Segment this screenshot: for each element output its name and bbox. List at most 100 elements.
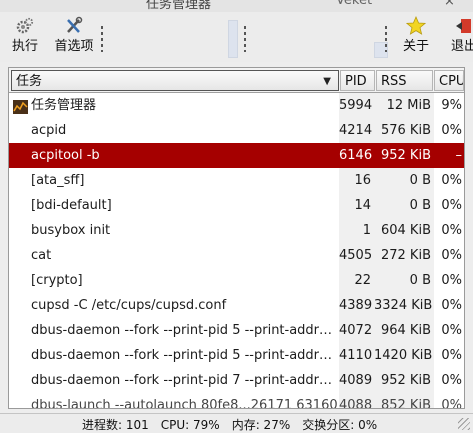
row-pid: 1 <box>339 218 374 243</box>
row-pid: 4089 <box>339 368 374 393</box>
column-header-pid-label: PID <box>345 74 367 89</box>
row-cpu: – <box>434 143 464 168</box>
row-rss: 12 MiB <box>374 93 434 118</box>
row-cpu: 9% <box>434 93 464 118</box>
row-cpu: 0% <box>434 368 464 393</box>
table-row[interactable]: [ata_sff] 16 0 B 0% <box>9 168 464 193</box>
star-icon <box>400 15 432 38</box>
row-pid: 5994 <box>339 93 374 118</box>
row-name-cell: 任务管理器 <box>9 93 339 118</box>
execute-button[interactable]: 执行 <box>8 16 42 60</box>
toolbar-separator <box>101 26 105 52</box>
row-pid: 22 <box>339 268 374 293</box>
status-memory: 内存: 27% <box>231 418 291 432</box>
about-label: 关于 <box>402 39 429 54</box>
row-name: [crypto] <box>9 268 339 293</box>
row-cpu: 0% <box>434 393 464 408</box>
table-row-selected[interactable]: acpitool -b 6146 952 KiB – <box>9 143 464 168</box>
row-name: [ata_sff] <box>9 168 339 193</box>
toolbar: 执行 首选项 关于 退出 <box>0 12 473 62</box>
table-row[interactable]: acpid 4214 576 KiB 0% <box>9 118 464 143</box>
column-header-cpu[interactable]: CPU <box>434 70 464 91</box>
row-pid: 4505 <box>339 243 374 268</box>
window-title-right: Veket <box>336 0 373 8</box>
toolbar-separator <box>244 26 248 52</box>
row-name: dbus-launch --autolaunch 80fe8...26171 6… <box>9 393 339 408</box>
column-header-rss[interactable]: RSS <box>376 70 433 91</box>
row-rss: 952 KiB <box>374 143 434 168</box>
status-cpu: CPU: 79% <box>160 418 220 432</box>
row-cpu: 0% <box>434 118 464 143</box>
row-cpu: 0% <box>434 193 464 218</box>
status-bar: 进程数: 101 CPU: 79% 内存: 27% 交换分区: 0% <box>0 413 473 433</box>
row-rss: 852 KiB <box>374 393 434 408</box>
column-header-task-label: 任务 <box>16 74 43 89</box>
row-pid: 16 <box>339 168 374 193</box>
row-name: dbus-daemon --fork --print-pid 5 --print… <box>9 318 339 343</box>
row-rss: 0 B <box>374 168 434 193</box>
exit-icon <box>448 16 473 38</box>
table-row[interactable]: [crypto] 22 0 B 0% <box>9 268 464 293</box>
row-cpu: 0% <box>434 293 464 318</box>
row-pid: 6146 <box>339 143 374 168</box>
table-row[interactable]: [bdi-default] 14 0 B 0% <box>9 193 464 218</box>
row-name: cat <box>9 243 339 268</box>
row-cpu: 0% <box>434 218 464 243</box>
row-rss: 272 KiB <box>374 243 434 268</box>
close-button[interactable]: × <box>444 0 455 9</box>
row-pid: 4214 <box>339 118 374 143</box>
column-header-pid[interactable]: PID <box>340 70 375 91</box>
row-name: cupsd -C /etc/cups/cupsd.conf <box>9 293 339 318</box>
toolbar-separator <box>385 26 389 52</box>
row-rss: 0 B <box>374 268 434 293</box>
table-row[interactable]: dbus-daemon --fork --print-pid 7 --print… <box>9 368 464 393</box>
quit-button[interactable]: 退出 <box>448 16 473 60</box>
table-row[interactable]: cupsd -C /etc/cups/cupsd.conf 4389 3324 … <box>9 293 464 318</box>
tools-icon <box>52 16 96 38</box>
process-rows: 任务管理器 5994 12 MiB 9% acpid 4214 576 KiB … <box>9 93 464 408</box>
row-pid: 4088 <box>339 393 374 408</box>
status-swap: 交换分区: 0% <box>302 418 378 432</box>
list-header: 任务 ▼ PID RSS CPU <box>9 68 464 93</box>
about-button[interactable]: 关于 <box>400 15 432 60</box>
quit-label: 退出 <box>450 39 473 54</box>
row-rss: 1420 KiB <box>374 343 434 368</box>
resize-grip-icon[interactable] <box>458 418 470 430</box>
process-list[interactable]: 任务 ▼ PID RSS CPU 任务管理器 5994 12 MiB 9% ac… <box>8 67 465 409</box>
table-row[interactable]: dbus-launch --autolaunch 80fe8...26171 6… <box>9 393 464 408</box>
row-pid: 14 <box>339 193 374 218</box>
row-cpu: 0% <box>434 318 464 343</box>
cpu-gauge <box>228 20 238 58</box>
gears-icon <box>8 16 42 38</box>
row-pid: 4389 <box>339 293 374 318</box>
status-text: 进程数: 101 CPU: 79% 内存: 27% 交换分区: 0% <box>82 416 389 433</box>
row-rss: 0 B <box>374 193 434 218</box>
row-rss: 604 KiB <box>374 218 434 243</box>
window-title: 任务管理器 <box>146 0 212 12</box>
row-pid: 4110 <box>339 343 374 368</box>
preferences-label: 首选项 <box>54 39 94 54</box>
table-row[interactable]: 任务管理器 5994 12 MiB 9% <box>9 93 464 118</box>
row-name: acpitool -b <box>9 143 339 168</box>
row-pid: 4072 <box>339 318 374 343</box>
table-row[interactable]: dbus-daemon --fork --print-pid 5 --print… <box>9 343 464 368</box>
row-rss: 964 KiB <box>374 318 434 343</box>
table-row[interactable]: dbus-daemon --fork --print-pid 5 --print… <box>9 318 464 343</box>
row-name: 任务管理器 <box>31 98 97 113</box>
row-name: dbus-daemon --fork --print-pid 5 --print… <box>9 343 339 368</box>
row-cpu: 0% <box>434 343 464 368</box>
preferences-button[interactable]: 首选项 <box>52 16 96 60</box>
sort-down-icon: ▼ <box>323 76 331 87</box>
row-rss: 3324 KiB <box>374 293 434 318</box>
row-cpu: 0% <box>434 243 464 268</box>
table-row[interactable]: cat 4505 272 KiB 0% <box>9 243 464 268</box>
row-name: [bdi-default] <box>9 193 339 218</box>
column-header-task[interactable]: 任务 ▼ <box>11 70 339 91</box>
row-cpu: 0% <box>434 168 464 193</box>
table-row[interactable]: busybox init 1 604 KiB 0% <box>9 218 464 243</box>
title-bar: 任务管理器 Veket × <box>0 0 473 12</box>
row-name: acpid <box>9 118 339 143</box>
execute-label: 执行 <box>11 39 38 54</box>
row-cpu: 0% <box>434 268 464 293</box>
status-processes: 进程数: 101 <box>82 418 149 432</box>
